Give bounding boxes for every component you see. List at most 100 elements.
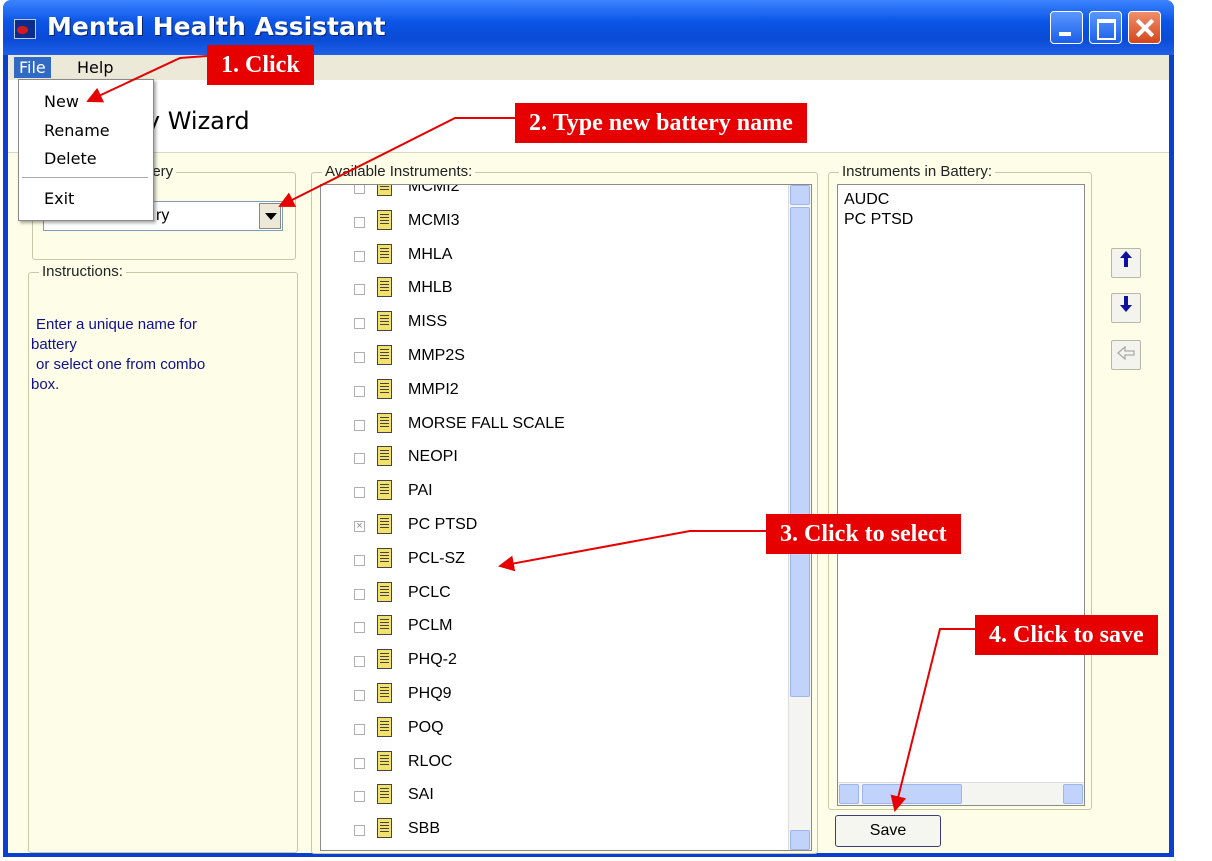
instrument-checkbox[interactable] xyxy=(354,690,365,701)
instrument-name: SBB xyxy=(408,820,441,838)
callout-click-select: 3. Click to select xyxy=(766,514,961,554)
instrument-checkbox[interactable] xyxy=(354,453,365,465)
instrument-row[interactable]: MISS xyxy=(321,309,791,342)
menu-item-exit[interactable]: Exit xyxy=(44,189,74,208)
document-icon xyxy=(377,345,392,365)
instrument-row[interactable]: NEOPI xyxy=(321,444,791,477)
menu-file[interactable]: File xyxy=(14,57,51,78)
scroll-left-icon[interactable] xyxy=(839,784,859,804)
document-icon xyxy=(377,818,392,839)
instructions-group: Instructions: Enter a unique name for ba… xyxy=(28,263,298,853)
available-label: Available Instruments: xyxy=(322,163,476,180)
instrument-checkbox[interactable] xyxy=(354,216,365,228)
instrument-name: MCMI3 xyxy=(408,211,460,229)
document-icon xyxy=(377,514,392,534)
instrument-checkbox[interactable] xyxy=(354,487,365,499)
instrument-checkbox[interactable] xyxy=(354,250,365,262)
menu-item-new[interactable]: New xyxy=(44,92,79,111)
client-area: File Help ry Wizard ttery ry Instruction… xyxy=(8,55,1169,854)
instrument-row[interactable]: PCLM xyxy=(321,613,791,646)
battery-list-item[interactable]: PC PTSD xyxy=(844,211,913,229)
save-button[interactable]: Save xyxy=(835,815,941,847)
app-icon xyxy=(14,19,36,39)
instrument-row[interactable]: × PC PTSD xyxy=(321,512,791,545)
document-icon xyxy=(377,378,392,399)
minimize-button[interactable] xyxy=(1050,11,1083,44)
close-button[interactable] xyxy=(1128,11,1161,44)
instrument-checkbox[interactable] xyxy=(354,791,365,803)
menu-item-rename[interactable]: Rename xyxy=(44,121,110,140)
callout-click-save: 4. Click to save xyxy=(975,615,1158,655)
instrument-checkbox[interactable] xyxy=(354,656,365,668)
battery-hscrollbar[interactable] xyxy=(838,782,1084,805)
document-icon xyxy=(377,683,392,703)
instrument-name: MORSE FALL SCALE xyxy=(408,414,565,432)
instrument-row[interactable]: MHLB xyxy=(321,275,791,308)
instrument-name: PCLM xyxy=(408,617,453,635)
instrument-row[interactable]: PAI xyxy=(321,478,791,511)
instrument-row[interactable]: MCMI3 xyxy=(321,208,791,241)
scroll-down-icon[interactable] xyxy=(790,830,810,850)
battery-combo-value: ry xyxy=(156,207,170,224)
instrument-name: MMPI2 xyxy=(408,380,459,398)
instrument-checkbox[interactable] xyxy=(354,185,365,194)
instrument-checkbox[interactable] xyxy=(354,284,365,296)
instrument-row[interactable]: RLOC xyxy=(321,749,791,782)
title-bar[interactable]: Mental Health Assistant xyxy=(3,0,1174,55)
move-up-button[interactable] xyxy=(1111,248,1141,278)
scroll-up-icon[interactable] xyxy=(790,185,810,205)
instructions-line: box. xyxy=(31,376,60,393)
callout-click-file: 1. Click xyxy=(207,45,314,85)
scroll-thumb[interactable] xyxy=(790,207,810,697)
instructions-line: Enter a unique name for xyxy=(36,316,197,333)
instrument-row[interactable]: MMP2S xyxy=(321,343,791,376)
available-list[interactable]: MCMI2 MCMI3 MHLA MHLB MISS MMP2S MMPI2 MORSE FA… xyxy=(320,184,812,851)
menu-help[interactable]: Help xyxy=(72,57,118,78)
instrument-row[interactable]: PHQ-2 xyxy=(321,647,791,680)
menu-separator xyxy=(22,177,148,178)
battery-list[interactable]: AUDC PC PTSD xyxy=(837,184,1085,806)
document-icon xyxy=(377,615,392,636)
combo-dropdown-button[interactable] xyxy=(259,203,281,229)
instrument-row[interactable]: SAI xyxy=(321,782,791,815)
remove-button[interactable] xyxy=(1111,340,1141,370)
instrument-checkbox[interactable] xyxy=(354,723,365,735)
document-icon xyxy=(377,185,392,196)
instrument-row[interactable]: SBB xyxy=(321,816,791,849)
instructions-line: battery xyxy=(31,336,77,353)
document-icon xyxy=(377,412,392,433)
instrument-checkbox[interactable] xyxy=(354,825,365,837)
instrument-row[interactable]: PCL-SZ xyxy=(321,546,791,579)
instrument-checkbox[interactable] xyxy=(354,385,365,397)
instructions-text: Enter a unique name for battery or selec… xyxy=(31,315,267,395)
instrument-row[interactable]: MHLA xyxy=(321,242,791,275)
instrument-row[interactable]: PCLC xyxy=(321,580,791,613)
instrument-checkbox[interactable] xyxy=(354,588,365,600)
menu-item-delete[interactable]: Delete xyxy=(44,149,97,168)
instrument-row[interactable]: MCMI2 xyxy=(321,185,791,207)
instrument-checkbox[interactable]: × xyxy=(354,521,365,532)
instrument-row[interactable]: PHQ9 xyxy=(321,681,791,714)
document-icon xyxy=(377,581,392,602)
instrument-row[interactable]: MORSE FALL SCALE xyxy=(321,411,791,444)
instrument-name: POQ xyxy=(408,718,444,736)
instrument-checkbox[interactable] xyxy=(354,757,365,769)
instrument-name: MISS xyxy=(408,313,448,331)
instrument-checkbox[interactable] xyxy=(354,622,365,634)
scroll-right-icon[interactable] xyxy=(1063,784,1083,804)
move-down-button[interactable] xyxy=(1111,293,1141,323)
battery-list-item[interactable]: AUDC xyxy=(844,191,889,209)
window-title: Mental Health Assistant xyxy=(47,12,386,41)
scroll-thumb[interactable] xyxy=(862,784,962,804)
instrument-checkbox[interactable] xyxy=(354,352,365,363)
battery-items-group: Instruments in Battery: AUDC PC PTSD xyxy=(828,163,1092,810)
instrument-row[interactable]: POQ xyxy=(321,715,791,748)
maximize-button[interactable] xyxy=(1089,11,1122,44)
instrument-row[interactable]: MMPI2 xyxy=(321,377,791,410)
instrument-checkbox[interactable] xyxy=(354,419,365,431)
instrument-name: NEOPI xyxy=(408,448,458,466)
instrument-name: SAI xyxy=(408,786,434,804)
instrument-checkbox[interactable] xyxy=(354,554,365,566)
down-arrow-icon xyxy=(1120,296,1132,312)
instrument-checkbox[interactable] xyxy=(354,318,365,330)
